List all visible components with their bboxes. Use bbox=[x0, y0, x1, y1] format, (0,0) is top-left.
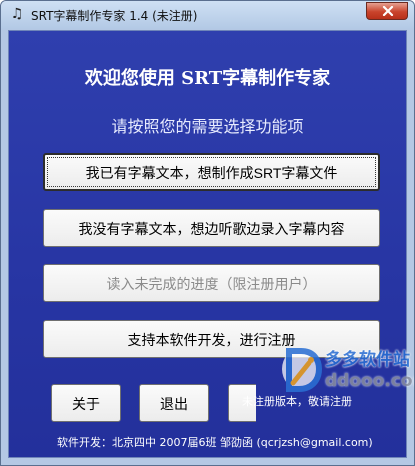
app-window: ♫ SRT字幕制作专家 1.4 (未注册) 欢迎您使用 SRT字幕制作专家 请按… bbox=[0, 0, 415, 466]
watermark: 多多软件站 ddooo.com bbox=[279, 339, 414, 401]
watermark-url: ddooo.com bbox=[325, 371, 414, 391]
developer-credit: 软件开发：北京四中 2007届6班 邹劭函 (qcrjzsh@gmail.com… bbox=[57, 436, 373, 449]
window-title: SRT字幕制作专家 1.4 (未注册) bbox=[31, 9, 198, 23]
load-progress-button: 读入未完成的进度（限注册用户） bbox=[43, 264, 380, 302]
make-srt-from-text-button[interactable]: 我已有字幕文本，想制作成SRT字幕文件 bbox=[43, 153, 380, 191]
watermark-name: 多多软件站 bbox=[325, 350, 410, 370]
quit-button[interactable]: 退出 bbox=[139, 384, 209, 422]
about-button[interactable]: 关于 bbox=[51, 384, 121, 422]
close-button[interactable] bbox=[366, 2, 408, 20]
instruction-text: 请按照您的需要选择功能项 bbox=[111, 117, 304, 136]
welcome-heading: 欢迎您使用 SRT字幕制作专家 bbox=[84, 68, 331, 89]
music-note-icon: ♫ bbox=[10, 6, 24, 22]
title-bar[interactable]: ♫ SRT字幕制作专家 1.4 (未注册) bbox=[1, 1, 414, 29]
close-icon bbox=[382, 6, 394, 16]
record-lyrics-while-listening-button[interactable]: 我没有字幕文本，想边听歌边录入字幕内容 bbox=[43, 209, 380, 247]
watermark-logo-icon bbox=[282, 348, 323, 392]
